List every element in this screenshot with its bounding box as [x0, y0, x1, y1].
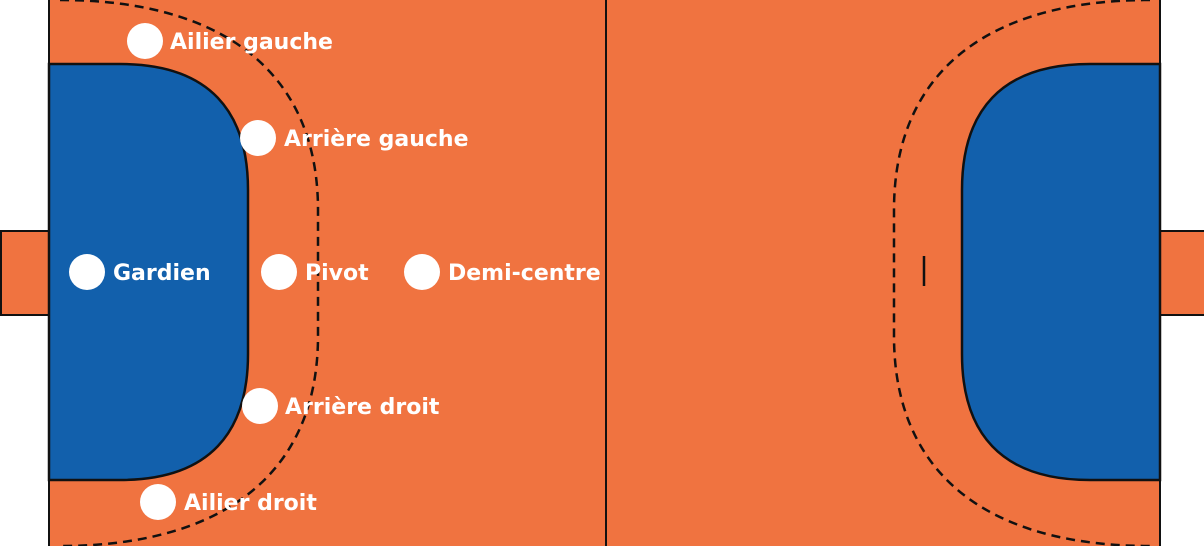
right-goal-area	[960, 62, 1162, 482]
player-marker	[127, 23, 163, 59]
handball-court-diagram: Ailier gauche Arrière gauche Gardien Piv…	[0, 0, 1204, 546]
player-label: Arrière gauche	[284, 127, 469, 152]
player-label: Demi-centre	[448, 261, 601, 286]
player-marker	[240, 120, 276, 156]
player-label: Gardien	[113, 261, 211, 286]
player-label: Ailier droit	[184, 491, 317, 516]
player-marker	[242, 388, 278, 424]
player-marker	[140, 484, 176, 520]
player-marker	[261, 254, 297, 290]
player-label: Ailier gauche	[170, 30, 333, 55]
left-goal	[0, 230, 50, 316]
right-goal	[1158, 230, 1204, 316]
player-label: Arrière droit	[285, 395, 440, 420]
player-label: Pivot	[305, 261, 369, 286]
player-marker	[404, 254, 440, 290]
player-marker	[69, 254, 105, 290]
